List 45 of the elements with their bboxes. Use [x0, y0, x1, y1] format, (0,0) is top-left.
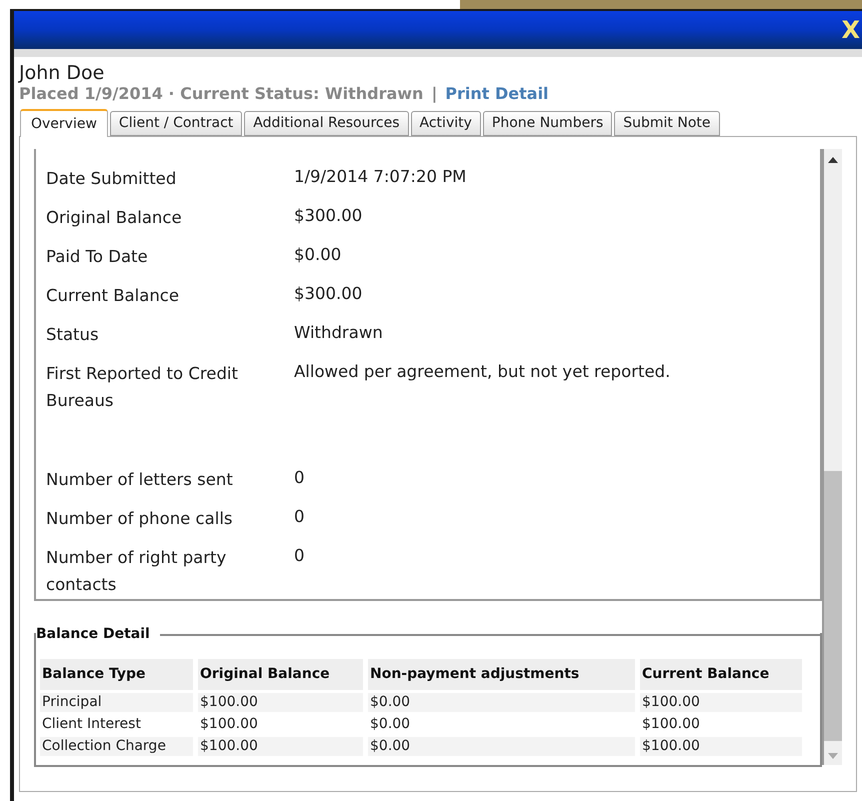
scrollbar[interactable]	[822, 149, 842, 765]
table-cell: $100.00	[640, 737, 802, 756]
field-label: Number of phone calls	[46, 508, 234, 530]
field-value: $300.00	[294, 283, 362, 305]
table-cell: Principal	[40, 693, 193, 712]
field-label: Current Balance	[46, 285, 180, 307]
field-label: Number of right party contacts	[46, 547, 228, 596]
table-cell: $100.00	[640, 693, 802, 712]
column-header: Balance Type	[40, 659, 193, 690]
field-value: 0	[294, 545, 304, 567]
placement-status: Placed 1/9/2014 · Current Status: Withdrawn	[19, 84, 424, 104]
field-value: $300.00	[294, 205, 362, 227]
column-header: Current Balance	[640, 659, 802, 690]
tab[interactable]: Overview	[20, 109, 108, 137]
print-detail-link[interactable]: Print Detail	[445, 84, 549, 104]
table-cell: Collection Charge	[40, 737, 193, 756]
column-header: Non-payment adjustments	[368, 659, 635, 690]
field-label: Number of letters sent	[46, 469, 234, 491]
field-value: 0	[294, 467, 304, 489]
tab[interactable]: Additional Resources	[244, 111, 409, 136]
field-label: Original Balance	[46, 207, 183, 229]
field-label: Paid To Date	[46, 246, 149, 268]
table-cell: $100.00	[198, 693, 363, 712]
field-value: $0.00	[294, 244, 342, 266]
field-value: Allowed per agreement, but not yet reported.	[294, 361, 670, 383]
field-label: First Reported to Credit Bureaus	[46, 363, 239, 412]
tab[interactable]: Phone Numbers	[482, 111, 612, 136]
field-label: Status	[46, 324, 100, 346]
person-name: John Doe	[19, 62, 106, 84]
field-value: 1/9/2014 7:07:20 PM	[294, 166, 466, 188]
scroll-up-icon[interactable]	[828, 157, 838, 163]
table-cell: $100.00	[198, 737, 363, 756]
scroll-thumb[interactable]	[824, 471, 842, 741]
separator: |	[431, 84, 438, 104]
field-value: Withdrawn	[294, 322, 383, 344]
field-value: 0	[294, 506, 304, 528]
tab[interactable]: Client / Contract	[110, 111, 242, 136]
table-cell: $0.00	[368, 737, 635, 756]
tab[interactable]: Activity	[410, 111, 481, 136]
column-header: Original Balance	[198, 659, 363, 690]
scroll-down-icon[interactable]	[828, 753, 838, 759]
table-cell: $0.00	[368, 693, 635, 712]
field-label: Date Submitted	[46, 168, 178, 190]
tab[interactable]: Submit Note	[614, 111, 720, 136]
close-button[interactable]: X	[841, 18, 860, 42]
